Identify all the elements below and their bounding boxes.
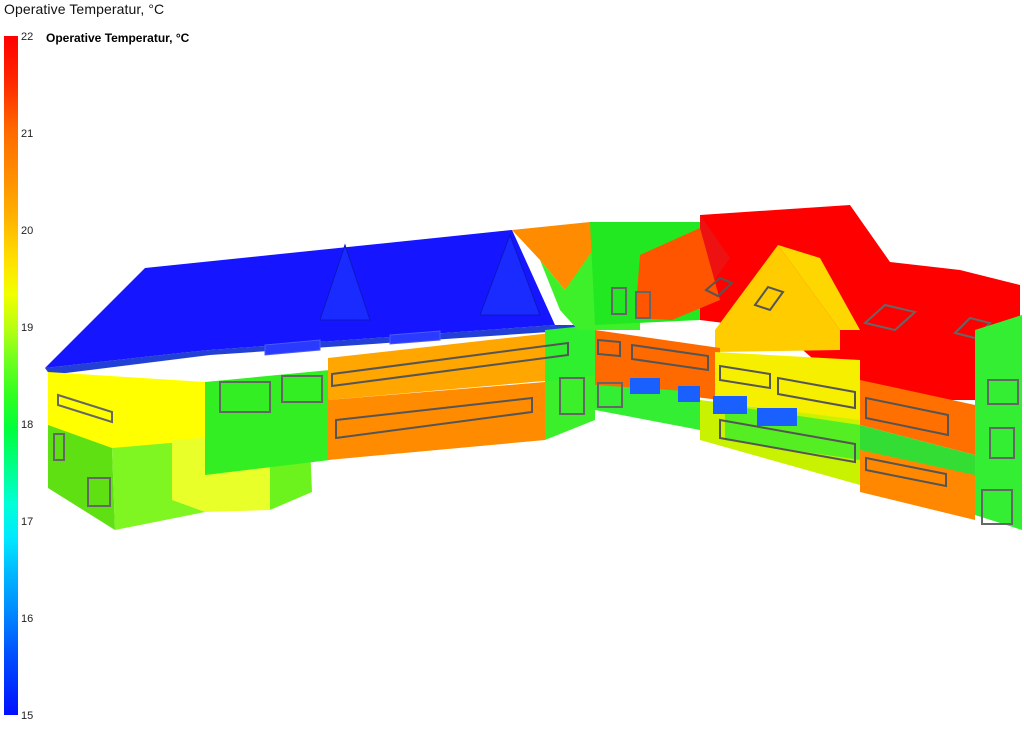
building-3d-view[interactable]	[0, 0, 1024, 729]
cold-window-zone	[757, 408, 797, 426]
cold-window-zone	[630, 378, 660, 394]
cold-window-zone	[678, 386, 700, 402]
west-facade-upper-green	[205, 370, 330, 475]
west-facade-end-green	[545, 325, 595, 382]
cold-window-zone	[713, 396, 747, 414]
